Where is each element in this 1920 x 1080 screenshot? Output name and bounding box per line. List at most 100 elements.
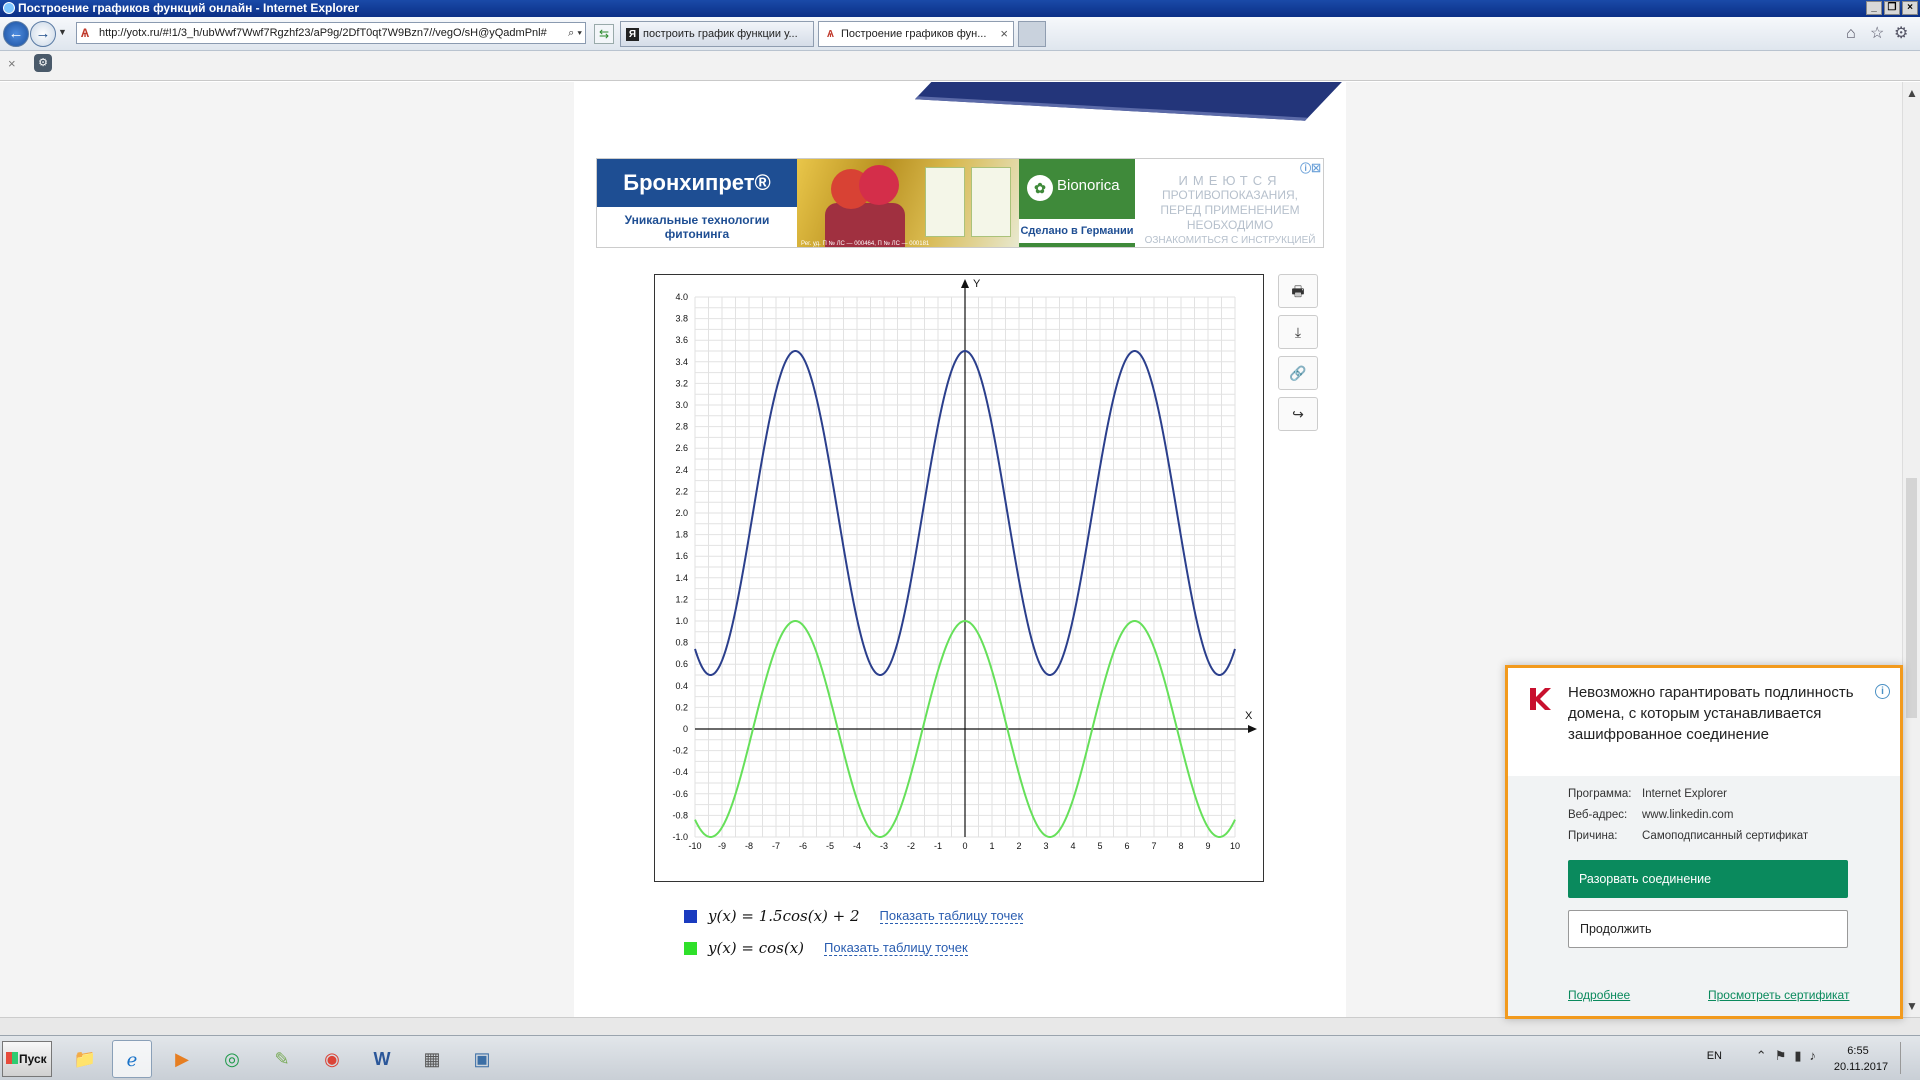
y-tick-label: -0.8	[672, 810, 688, 820]
calculator-icon[interactable]: ▦	[412, 1040, 452, 1078]
ie-icon	[3, 2, 15, 14]
y-tick-label: 2.6	[675, 443, 688, 453]
x-tick-label: -2	[907, 841, 915, 851]
word-icon[interactable]: W	[362, 1040, 402, 1078]
ad-bionorica-block: ✿ Bionorica Сделано в Германии	[1019, 159, 1135, 247]
ad-caption: Рег. уд. П № ЛС — 000464, П № ЛС — 00018…	[801, 241, 930, 247]
more-details-link[interactable]: Подробнее	[1568, 988, 1630, 1002]
forward-button[interactable]: →	[30, 21, 56, 47]
tab-search[interactable]: Я построить график функции у...	[620, 21, 814, 47]
vertical-scrollbar[interactable]: ▲ ▼	[1902, 82, 1920, 1017]
tray-icons[interactable]: ⌃⚑▮♪	[1756, 1048, 1824, 1064]
show-points-table-link[interactable]: Показать таблицу точек	[824, 940, 968, 956]
internet-explorer-icon[interactable]: ℯ	[112, 1040, 152, 1078]
back-button[interactable]: ←	[3, 21, 29, 47]
close-bar-icon[interactable]: ×	[8, 56, 16, 71]
y-tick-label: 4.0	[675, 292, 688, 302]
legend-item: y(x) = cos(x) Показать таблицу точек	[684, 937, 968, 959]
navigation-bar: ← → ▼ Ѧ http://yotx.ru/#!1/3_h/ubWwf7Wwf…	[0, 17, 1920, 51]
clock-time[interactable]: 6:55	[1833, 1045, 1883, 1057]
notification-title: Невозможно гарантировать подлинность дом…	[1568, 684, 1854, 743]
y-tick-label: 0.8	[675, 638, 688, 648]
continue-button[interactable]: Продолжить	[1568, 910, 1848, 948]
clock-date[interactable]: 20.11.2017	[1829, 1061, 1893, 1073]
ad-photo-figure	[859, 165, 899, 205]
legend-item: y(x) = 1.5cos(x) + 2 Показать таблицу то…	[684, 905, 1024, 927]
picture-viewer-icon[interactable]: ▣	[462, 1040, 502, 1078]
restore-button[interactable]: ❐	[1884, 1, 1900, 15]
home-icon[interactable]: ⌂	[1846, 25, 1856, 43]
function-plot[interactable]: XY-10 -9 -8 -7 -6 -5 -4 -3 -2 -1 0 1 2 3 4 5 6 7 8 9 10-1.0-…	[655, 275, 1263, 881]
y-tick-label: 3.6	[675, 335, 688, 345]
link-button[interactable]: 🔗	[1278, 356, 1318, 390]
tab-favicon-icon: Я	[626, 28, 639, 41]
tab-close-icon[interactable]: ×	[1000, 22, 1008, 46]
y-tick-label: 3.4	[675, 357, 688, 367]
ad-bionorica-name: Bionorica	[1057, 177, 1120, 194]
start-button[interactable]: Пуск	[2, 1041, 52, 1077]
messenger-icon[interactable]: ◎	[212, 1040, 252, 1078]
tab-graph-builder[interactable]: Ѧ Построение графиков фун... ×	[818, 21, 1014, 47]
info-icon[interactable]: i	[1875, 684, 1890, 699]
ad-warning-line: ОЗНАКОМИТЬСЯ С ИНСТРУКЦИЕЙ	[1144, 235, 1316, 246]
advertisement-banner[interactable]: Бронхипрет® Уникальные технологии фитони…	[596, 158, 1324, 248]
x-axis-label: X	[1245, 710, 1253, 722]
share-button[interactable]: ↪	[1278, 397, 1318, 431]
paint-icon[interactable]: ✎	[262, 1040, 302, 1078]
x-tick-label: 9	[1205, 841, 1210, 851]
compatibility-refresh-icon[interactable]: ⇆	[594, 24, 614, 44]
extension-icon[interactable]: ⚙	[34, 54, 52, 72]
detail-key: Программа:	[1568, 788, 1632, 800]
chrome-icon[interactable]: ◉	[312, 1040, 352, 1078]
legend-swatch	[684, 941, 697, 955]
y-tick-label: 3.2	[675, 378, 688, 388]
page-content: Бронхипрет® Уникальные технологии фитони…	[574, 82, 1346, 1017]
ad-warning-line: ПЕРЕД ПРИМЕНЕНИЕМ	[1160, 203, 1300, 217]
gear-icon[interactable]: ⚙	[1894, 25, 1908, 43]
show-points-table-link[interactable]: Показать таблицу точек	[879, 908, 1024, 924]
tab-favicon-icon: Ѧ	[827, 29, 834, 40]
explorer-folder-icon[interactable]: 📁	[65, 1040, 105, 1078]
ad-brand-name: Бронхипрет®	[597, 159, 797, 207]
y-tick-label: 1.2	[675, 594, 688, 604]
download-button[interactable]: ⤓	[1278, 315, 1318, 349]
scroll-thumb[interactable]	[1906, 478, 1917, 718]
language-indicator[interactable]: EN	[1707, 1050, 1722, 1062]
minimize-button[interactable]: _	[1866, 1, 1882, 15]
x-tick-label: -9	[718, 841, 726, 851]
show-desktop-button[interactable]	[1900, 1042, 1918, 1074]
scroll-down-icon[interactable]: ▼	[1903, 999, 1920, 1013]
ad-product-pack	[971, 167, 1011, 237]
taskbar: Пуск 📁 ℯ ▶ ◎ ✎ ◉ W ▦ ▣ EN ⌃⚑▮♪ 6:55 20.1…	[0, 1035, 1920, 1080]
ad-photo: Рег. уд. П № ЛС — 000464, П № ЛС — 00018…	[797, 159, 1019, 247]
media-player-icon[interactable]: ▶	[162, 1040, 202, 1078]
x-tick-label: -6	[799, 841, 807, 851]
detail-value: Самоподписанный сертификат	[1642, 830, 1809, 842]
history-dropdown-icon[interactable]: ▼	[58, 27, 67, 37]
scroll-up-icon[interactable]: ▲	[1903, 86, 1920, 100]
search-icon[interactable]: ⌕ ▾	[565, 23, 582, 43]
address-bar[interactable]: Ѧ http://yotx.ru/#!1/3_h/ubWwf7Wwf7Rgzhf…	[76, 22, 586, 44]
x-tick-label: -5	[826, 841, 834, 851]
y-tick-label: -1.0	[672, 832, 688, 842]
close-button[interactable]: ×	[1902, 1, 1918, 15]
ad-brand-block: Бронхипрет® Уникальные технологии фитони…	[597, 159, 797, 247]
y-tick-label: 1.4	[675, 573, 688, 583]
view-certificate-link[interactable]: Просмотреть сертификат	[1708, 988, 1849, 1002]
y-tick-label: 3.8	[675, 314, 688, 324]
disconnect-button[interactable]: Разорвать соединение	[1568, 860, 1848, 898]
y-tick-label: 2.2	[675, 486, 688, 496]
x-tick-label: 4	[1070, 841, 1075, 851]
x-tick-label: 1	[989, 841, 994, 851]
windows-logo-icon	[6, 1052, 18, 1064]
detail-row: Программа: Internet Explorer	[1568, 788, 1727, 800]
kaspersky-logo-icon	[1530, 688, 1551, 710]
x-tick-label: 8	[1178, 841, 1183, 851]
ad-warning-line: ПРОТИВОПОКАЗАНИЯ,	[1162, 188, 1298, 202]
legend-swatch	[684, 909, 697, 923]
favorites-star-icon[interactable]: ☆	[1870, 25, 1884, 43]
ad-close-icon[interactable]: ⓘ☒	[1300, 160, 1321, 176]
new-tab-button[interactable]	[1018, 21, 1046, 47]
address-url: http://yotx.ru/#!1/3_h/ubWwf7Wwf7Rgzhf23…	[99, 27, 547, 39]
print-button[interactable]: 🖶	[1278, 274, 1318, 308]
